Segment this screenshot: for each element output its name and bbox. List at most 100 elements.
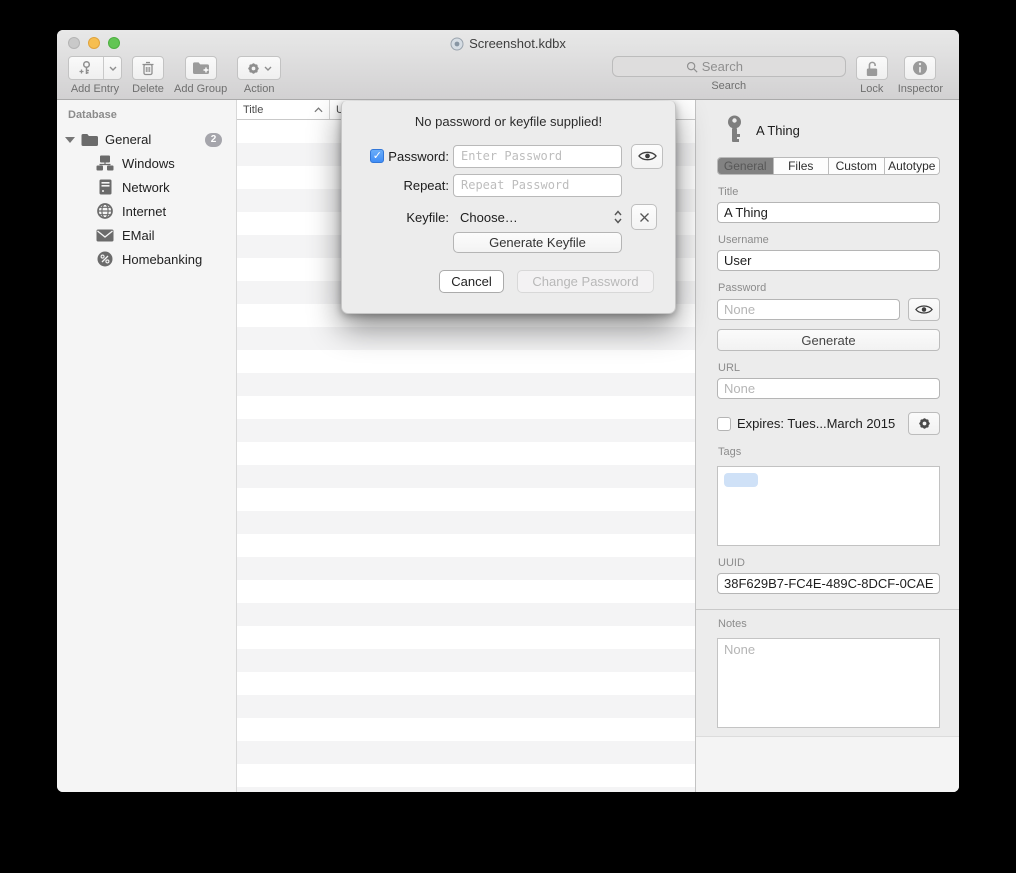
sidebar-item-network[interactable]: Network xyxy=(57,175,236,199)
table-row[interactable] xyxy=(237,488,695,511)
unlocked-padlock-icon xyxy=(864,60,880,77)
tag-chip[interactable] xyxy=(724,473,758,487)
dialog-repeat-input[interactable] xyxy=(453,174,622,197)
username-label: Username xyxy=(718,234,940,246)
inspector-tabs: General Files Custom Autotype xyxy=(717,157,940,175)
tab-general[interactable]: General xyxy=(718,158,774,174)
url-field[interactable] xyxy=(717,378,940,399)
title-label: Title xyxy=(718,186,940,198)
table-row[interactable] xyxy=(237,465,695,488)
table-row[interactable] xyxy=(237,511,695,534)
dialog-message: No password or keyfile supplied! xyxy=(342,114,675,129)
key-plus-icon xyxy=(78,60,94,76)
table-row[interactable] xyxy=(237,672,695,695)
dialog-reveal-password-button[interactable] xyxy=(631,144,663,169)
tab-custom[interactable]: Custom xyxy=(829,158,885,174)
stepper-arrows-icon xyxy=(614,210,622,224)
dialog-buttons: Cancel Change Password xyxy=(439,270,654,293)
eye-icon xyxy=(915,304,933,315)
app-window: Screenshot.kdbx xyxy=(57,30,959,792)
info-icon xyxy=(912,60,928,76)
key-icon xyxy=(726,115,743,145)
table-row[interactable] xyxy=(237,626,695,649)
notes-field[interactable] xyxy=(717,638,940,728)
search-item: Search xyxy=(612,56,846,92)
section-divider xyxy=(696,609,959,610)
search-icon xyxy=(686,61,698,73)
table-row[interactable] xyxy=(237,442,695,465)
percent-circle-icon xyxy=(97,251,113,267)
expires-label: Expires: Tues...March 2015 xyxy=(737,416,900,431)
search-field[interactable] xyxy=(612,56,846,77)
table-row[interactable] xyxy=(237,787,695,792)
eye-icon xyxy=(638,150,657,162)
inspector-panel: A Thing General Files Custom Autotype Ti… xyxy=(695,100,959,792)
table-row[interactable] xyxy=(237,350,695,373)
sidebar-item-general[interactable]: General 2 xyxy=(57,128,236,151)
table-row[interactable] xyxy=(237,327,695,350)
window-title: Screenshot.kdbx xyxy=(57,36,959,51)
url-label: URL xyxy=(718,362,940,374)
dialog-password-input[interactable] xyxy=(453,145,622,168)
expires-row: Expires: Tues...March 2015 xyxy=(717,412,940,435)
expires-settings-button[interactable] xyxy=(908,412,940,435)
add-entry-dropdown[interactable] xyxy=(103,57,121,79)
uuid-field[interactable] xyxy=(717,573,940,594)
table-row[interactable] xyxy=(237,557,695,580)
username-field[interactable] xyxy=(717,250,940,271)
column-header-title[interactable]: Title xyxy=(237,100,330,119)
table-row[interactable] xyxy=(237,580,695,603)
chevron-down-icon xyxy=(264,66,272,71)
sort-ascending-icon xyxy=(314,107,323,113)
tab-files[interactable]: Files xyxy=(774,158,830,174)
sidebar-item-windows[interactable]: Windows xyxy=(57,151,236,175)
add-entry-button[interactable] xyxy=(68,56,122,80)
action-button[interactable] xyxy=(237,56,281,80)
sidebar: Database General 2 Windows xyxy=(57,100,237,792)
change-password-button[interactable]: Change Password xyxy=(517,270,654,293)
table-row[interactable] xyxy=(237,718,695,741)
entry-title: A Thing xyxy=(756,123,800,138)
sidebar-item-internet[interactable]: Internet xyxy=(57,199,236,223)
tags-field[interactable] xyxy=(717,466,940,546)
password-field[interactable] xyxy=(717,299,900,320)
cancel-button[interactable]: Cancel xyxy=(439,270,504,293)
table-row[interactable] xyxy=(237,741,695,764)
chevron-down-icon xyxy=(109,66,117,71)
lock-button[interactable] xyxy=(856,56,888,80)
lock-item: Lock xyxy=(856,56,888,95)
reveal-password-button[interactable] xyxy=(908,298,940,321)
title-field[interactable] xyxy=(717,202,940,223)
table-row[interactable] xyxy=(237,603,695,626)
table-row[interactable] xyxy=(237,649,695,672)
inspector-toggle-item: Inspector xyxy=(898,56,943,95)
table-row[interactable] xyxy=(237,373,695,396)
disclosure-triangle-icon[interactable] xyxy=(65,137,75,143)
expires-checkbox[interactable] xyxy=(717,417,731,431)
sidebar-item-email[interactable]: EMail xyxy=(57,223,236,247)
generate-password-button[interactable]: Generate xyxy=(717,329,940,351)
search-input[interactable] xyxy=(702,59,772,74)
generate-keyfile-button[interactable]: Generate Keyfile xyxy=(453,232,622,253)
titlebar-toolbar: Screenshot.kdbx xyxy=(57,30,959,100)
action-item: Action xyxy=(237,56,281,95)
add-group-item: Add Group xyxy=(174,56,227,95)
table-row[interactable] xyxy=(237,419,695,442)
delete-button[interactable] xyxy=(132,56,164,80)
table-row[interactable] xyxy=(237,396,695,419)
keyfile-row: Keyfile: Choose… xyxy=(342,204,675,230)
envelope-icon xyxy=(96,229,114,242)
table-row[interactable] xyxy=(237,764,695,787)
table-row[interactable] xyxy=(237,534,695,557)
gear-icon xyxy=(246,61,261,76)
table-row[interactable] xyxy=(237,695,695,718)
clear-keyfile-button[interactable] xyxy=(631,204,657,230)
keyfile-select[interactable]: Choose… xyxy=(453,210,622,225)
inspector-footer xyxy=(696,736,959,792)
inspector-button[interactable] xyxy=(904,56,936,80)
sidebar-item-homebanking[interactable]: Homebanking xyxy=(57,247,236,271)
password-checkbox[interactable]: ✓ xyxy=(370,149,384,163)
tab-autotype[interactable]: Autotype xyxy=(885,158,940,174)
folder-icon xyxy=(81,133,99,147)
add-group-button[interactable] xyxy=(185,56,217,80)
